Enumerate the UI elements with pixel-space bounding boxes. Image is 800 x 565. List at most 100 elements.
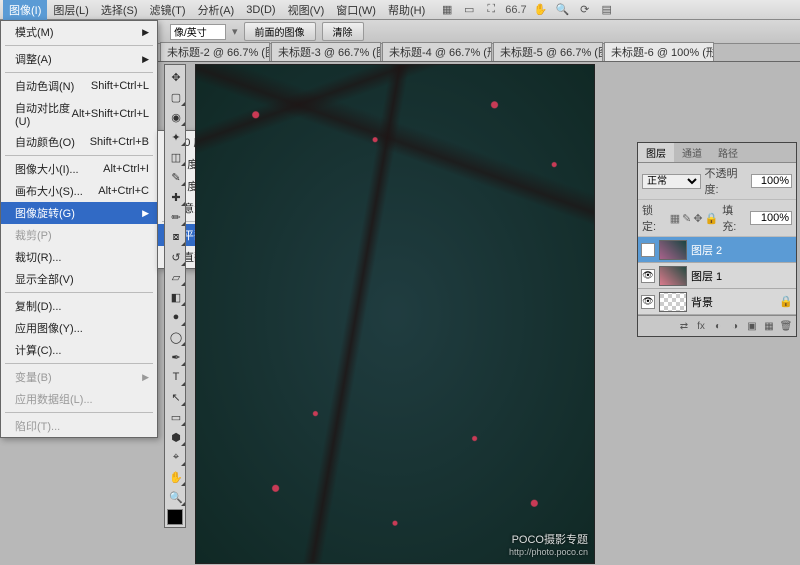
delete-icon[interactable]: 🗑 <box>779 319 793 333</box>
color-swatch[interactable] <box>167 509 183 525</box>
menu-item[interactable]: 图像旋转(G)▶ <box>1 202 157 224</box>
lasso-tool-icon[interactable]: ◉ <box>167 108 185 126</box>
path-select-icon[interactable]: ↖ <box>167 388 185 406</box>
brush-tool-icon[interactable]: ✏ <box>167 208 185 226</box>
tab-channels[interactable]: 通道 <box>674 143 710 162</box>
gradient-tool-icon[interactable]: ◧ <box>167 288 185 306</box>
tab-layers[interactable]: 图层 <box>638 143 674 162</box>
layer-thumb[interactable] <box>659 240 687 260</box>
menu-3d[interactable]: 3D(D) <box>240 2 281 18</box>
eraser-tool-icon[interactable]: ▱ <box>167 268 185 286</box>
adjustment-icon[interactable]: ◑ <box>728 319 742 333</box>
zoom-level[interactable]: 66.7 <box>505 2 526 18</box>
resolution-unit-field[interactable] <box>170 24 226 40</box>
layer-name[interactable]: 背景 <box>691 294 713 310</box>
layer-row[interactable]: 👁 图层 1 <box>638 263 796 289</box>
menu-item[interactable]: 自动色调(N)Shift+Ctrl+L <box>1 75 157 97</box>
mask-icon[interactable]: ◐ <box>711 319 725 333</box>
layer-thumb[interactable] <box>659 266 687 286</box>
front-image-button[interactable]: 前面的图像 <box>244 22 316 41</box>
opacity-label: 不透明度: <box>705 165 748 197</box>
fx-icon[interactable]: fx <box>694 319 708 333</box>
lock-all-icon[interactable]: 🔒 <box>705 212 719 225</box>
menu-item: 裁剪(P) <box>1 224 157 246</box>
history-brush-icon[interactable]: ↺ <box>167 248 185 266</box>
layer-list: 👁 图层 2 👁 图层 1 👁 背景 🔒 <box>638 237 796 315</box>
marquee-tool-icon[interactable]: ▢ <box>167 88 185 106</box>
crop-tool-icon[interactable]: ◫ <box>167 148 185 166</box>
group-icon[interactable]: ▣ <box>745 319 759 333</box>
move-tool-icon[interactable]: ✥ <box>167 68 185 86</box>
shape-tool-icon[interactable]: ▭ <box>167 408 185 426</box>
layers-footer: ⇄ fx ◐ ◑ ▣ ▦ 🗑 <box>638 315 796 336</box>
menu-item: 应用数据组(L)... <box>1 388 157 410</box>
doc-tab[interactable]: 未标题-6 @ 100% (形状 2 R...× <box>604 42 714 61</box>
launch-bridge-icon[interactable]: ▦ <box>439 2 455 18</box>
fill-field[interactable]: 100% <box>750 211 792 225</box>
lock-pixels-icon[interactable]: ✎ <box>682 212 691 225</box>
layer-row[interactable]: 👁 图层 2 <box>638 237 796 263</box>
3d-tool-icon[interactable]: ⬢ <box>167 428 185 446</box>
menubar: 图像(I) 图层(L) 选择(S) 滤镜(T) 分析(A) 3D(D) 视图(V… <box>0 0 800 20</box>
visibility-icon[interactable]: 👁 <box>641 295 655 309</box>
visibility-icon[interactable]: 👁 <box>641 243 655 257</box>
hand-tool-icon[interactable]: ✋ <box>533 2 549 18</box>
layer-name[interactable]: 图层 1 <box>691 268 722 284</box>
menu-filter[interactable]: 滤镜(T) <box>144 0 192 20</box>
menu-item[interactable]: 显示全部(V) <box>1 268 157 290</box>
clear-button[interactable]: 清除 <box>322 22 364 41</box>
menu-image[interactable]: 图像(I) <box>3 0 47 20</box>
healing-tool-icon[interactable]: ✚ <box>167 188 185 206</box>
tab-paths[interactable]: 路径 <box>710 143 746 162</box>
pen-tool-icon[interactable]: ✒ <box>167 348 185 366</box>
menu-analysis[interactable]: 分析(A) <box>192 0 241 20</box>
menu-item[interactable]: 计算(C)... <box>1 339 157 361</box>
lock-transparency-icon[interactable]: ▦ <box>670 212 680 225</box>
new-layer-icon[interactable]: ▦ <box>762 319 776 333</box>
zoom-tool-icon[interactable]: 🔍 <box>167 488 185 506</box>
menu-item[interactable]: 裁切(R)... <box>1 246 157 268</box>
menu-layer[interactable]: 图层(L) <box>47 0 94 20</box>
layer-row[interactable]: 👁 背景 🔒 <box>638 289 796 315</box>
wand-tool-icon[interactable]: ✦ <box>167 128 185 146</box>
lock-position-icon[interactable]: ✥ <box>693 212 702 225</box>
hand-tool-icon[interactable]: ✋ <box>167 468 185 486</box>
menu-item[interactable]: 模式(M)▶ <box>1 21 157 43</box>
arrange-docs-icon[interactable]: ▤ <box>599 2 615 18</box>
opacity-field[interactable]: 100% <box>751 174 792 188</box>
doc-tab[interactable]: 未标题-2 @ 66.7% (图层 1 R...× <box>160 42 270 61</box>
dodge-tool-icon[interactable]: ◯ <box>167 328 185 346</box>
menu-window[interactable]: 窗口(W) <box>330 0 382 20</box>
menu-item[interactable]: 自动颜色(O)Shift+Ctrl+B <box>1 131 157 153</box>
blur-tool-icon[interactable]: ● <box>167 308 185 326</box>
eyedropper-tool-icon[interactable]: ✎ <box>167 168 185 186</box>
menu-item[interactable]: 图像大小(I)...Alt+Ctrl+I <box>1 158 157 180</box>
layer-name[interactable]: 图层 2 <box>691 242 722 258</box>
doc-tab[interactable]: 未标题-3 @ 66.7% (图层 1 R...× <box>271 42 381 61</box>
type-tool-icon[interactable]: T <box>167 368 185 386</box>
menu-item[interactable]: 复制(D)... <box>1 295 157 317</box>
blend-mode-select[interactable]: 正常 <box>642 174 701 189</box>
document-canvas[interactable]: POCO摄影专题 http://photo.poco.cn <box>195 64 595 564</box>
menu-item[interactable]: 应用图像(Y)... <box>1 317 157 339</box>
menu-item[interactable]: 自动对比度(U)Alt+Shift+Ctrl+L <box>1 97 157 131</box>
menu-view[interactable]: 视图(V) <box>282 0 331 20</box>
doc-tab[interactable]: 未标题-5 @ 66.7% (图层 1 R...× <box>493 42 603 61</box>
menu-item[interactable]: 调整(A)▶ <box>1 48 157 70</box>
layer-thumb[interactable] <box>659 292 687 312</box>
view-extras-icon[interactable]: ▭ <box>461 2 477 18</box>
watermark: POCO摄影专题 http://photo.poco.cn <box>509 531 588 557</box>
menu-item[interactable]: 画布大小(S)...Alt+Ctrl+C <box>1 180 157 202</box>
3d-camera-icon[interactable]: ⌖ <box>167 448 185 466</box>
menu-select[interactable]: 选择(S) <box>95 0 144 20</box>
doc-tab[interactable]: 未标题-4 @ 66.7% (形状 1 R...× <box>382 42 492 61</box>
zoom-tool-icon[interactable]: 🔍 <box>555 2 571 18</box>
menu-help[interactable]: 帮助(H) <box>382 0 431 20</box>
visibility-icon[interactable]: 👁 <box>641 269 655 283</box>
screen-mode-icon[interactable]: ⛶ <box>483 2 499 18</box>
rotate-view-icon[interactable]: ⟳ <box>577 2 593 18</box>
stamp-tool-icon[interactable]: ⧇ <box>167 228 185 246</box>
image-menu-dropdown: 模式(M)▶ 调整(A)▶ 自动色调(N)Shift+Ctrl+L自动对比度(U)A… <box>0 20 158 438</box>
link-layers-icon[interactable]: ⇄ <box>677 319 691 333</box>
menu-item: 变量(B)▶ <box>1 366 157 388</box>
